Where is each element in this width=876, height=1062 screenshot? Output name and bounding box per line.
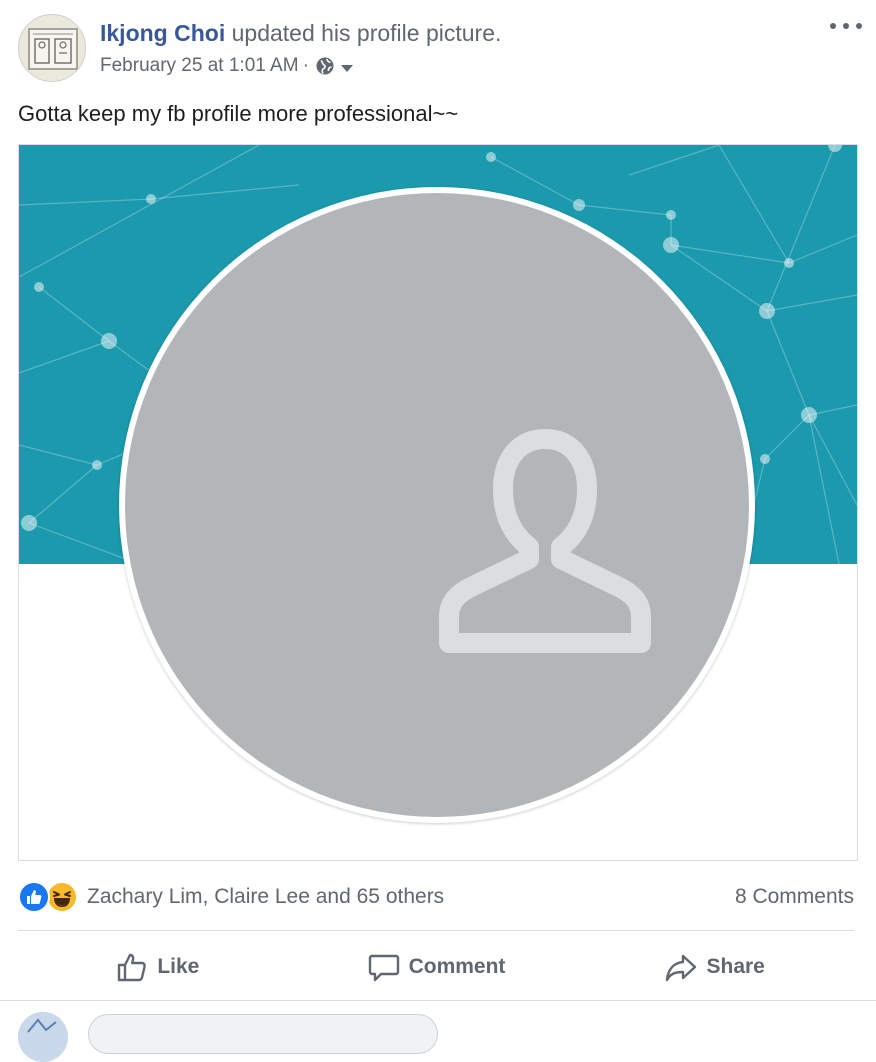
thumbs-up-icon <box>118 953 147 982</box>
author-action-text: updated his profile picture. <box>225 20 502 46</box>
write-comment-input[interactable] <box>88 1014 438 1054</box>
author-name-link[interactable]: Ikjong Choi <box>100 20 225 46</box>
comments-section-divider <box>0 1000 876 1001</box>
comments-count-link[interactable]: 8 Comments <box>735 882 854 912</box>
post-meta: February 25 at 1:01 AM · <box>100 53 355 79</box>
post-author-avatar[interactable] <box>18 14 86 82</box>
share-arrow-icon <box>666 954 697 982</box>
reaction-icons[interactable] <box>18 880 84 914</box>
reactors-summary-link[interactable]: Zachary Lim, Claire Lee and 65 others <box>87 882 444 912</box>
profile-picture-photo[interactable] <box>18 144 858 861</box>
comment-button-label: Comment <box>408 955 506 978</box>
default-person-icon <box>439 429 651 653</box>
post-options-button[interactable] <box>830 12 862 40</box>
avatar-image <box>19 15 85 81</box>
post-text: Gotta keep my fb profile more profession… <box>18 101 459 126</box>
like-reaction-icon <box>18 881 50 913</box>
like-button-label: Like <box>157 955 200 978</box>
post-header-line: Ikjong Choi updated his profile picture. <box>100 18 501 48</box>
globe-icon[interactable] <box>315 56 335 76</box>
haha-reaction-icon <box>46 881 78 913</box>
dot <box>856 23 862 29</box>
actions-divider-top <box>18 930 854 931</box>
default-profile-picture <box>125 193 749 817</box>
like-button[interactable]: Like <box>18 940 297 994</box>
dot <box>843 23 849 29</box>
reactions-summary-row: Zachary Lim, Claire Lee and 65 others 8 … <box>18 880 858 914</box>
share-button-label: Share <box>706 955 765 978</box>
privacy-dropdown-caret-icon[interactable] <box>339 58 355 74</box>
post-timestamp[interactable]: February 25 at 1:01 AM <box>100 53 299 79</box>
dot <box>830 23 836 29</box>
share-button[interactable]: Share <box>575 940 854 994</box>
speech-bubble-icon <box>368 954 399 982</box>
comment-button[interactable]: Comment <box>297 940 576 994</box>
post-actions-bar: Like Comment Share <box>18 940 854 994</box>
current-user-avatar <box>18 1012 68 1062</box>
meta-separator: · <box>302 55 309 76</box>
